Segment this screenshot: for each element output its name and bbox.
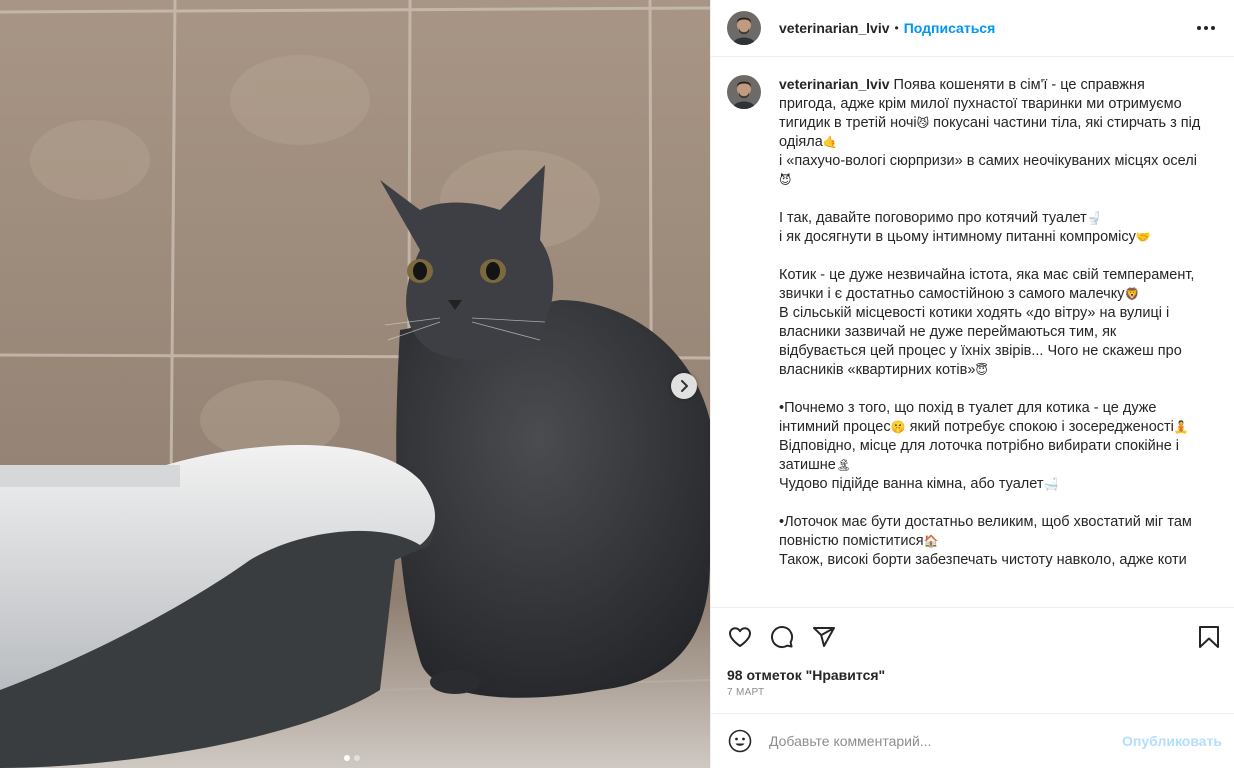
caption-paragraph: Також, високі борти забезпечать чистоту …	[779, 551, 1205, 570]
comments-area[interactable]: veterinarian_lviv Поява кошеняти в сім'ї…	[711, 57, 1234, 607]
author-avatar[interactable]	[727, 11, 761, 45]
caption-emoji: 🏠	[923, 534, 939, 548]
emoji-button[interactable]	[727, 728, 753, 754]
post-sidebar: veterinarian_lviv • Подписаться veterina…	[710, 0, 1234, 768]
caption-paragraph: і як досягнути в цьому інтимному питанні…	[779, 228, 1205, 247]
heart-icon	[729, 626, 751, 647]
carousel-indicator	[0, 755, 710, 761]
caption-paragraph: І так, давайте поговоримо про котячий ту…	[779, 209, 1205, 228]
caption-emoji: 🏝	[835, 458, 852, 472]
instagram-post: veterinarian_lviv • Подписаться veterina…	[0, 0, 1234, 768]
caption-text-run: •Лоточок має бути достатньо великим, щоб…	[779, 514, 1192, 549]
caption-text-run: І так, давайте поговоримо про котячий ту…	[779, 210, 1087, 226]
follow-button[interactable]: Подписаться	[904, 20, 996, 36]
comment-input[interactable]	[769, 733, 1123, 749]
user-avatar-icon	[727, 75, 761, 109]
user-avatar-icon	[727, 11, 761, 45]
caption-author-avatar[interactable]	[727, 75, 761, 109]
caption-emoji: 🤝	[1135, 230, 1151, 244]
comment-icon	[771, 625, 794, 648]
bookmark-icon	[1199, 625, 1219, 648]
caption-paragraph: Котик - це дуже незвичайна істота, яка м…	[779, 266, 1205, 304]
caption-paragraph: Відповідно, місце для лоточка потрібно в…	[779, 437, 1205, 475]
caption-text-run: Також, високі борти забезпечать чистоту …	[779, 552, 1187, 568]
post-header: veterinarian_lviv • Подписаться	[711, 0, 1234, 57]
publish-comment-button[interactable]: Опубликовать	[1122, 733, 1222, 749]
caption-paragraph: і «пахучо-вологі сюрпризи» в самих неочі…	[779, 152, 1205, 190]
cat-photo	[0, 0, 710, 768]
caption-paragraph: Чудово підійде ванна кімна, або туалет🛁	[779, 475, 1205, 494]
post-actions	[711, 607, 1234, 665]
chevron-right-icon	[681, 380, 688, 392]
caption-emoji: 🤙	[822, 135, 838, 149]
save-button[interactable]	[1196, 624, 1222, 650]
caption-text-run: який потребує спокою і зосередженості	[905, 419, 1174, 435]
caption-emoji: 🧘	[1173, 420, 1189, 434]
caption-emoji: 😇	[975, 363, 988, 377]
separator-dot: •	[894, 21, 899, 35]
caption: veterinarian_lviv Поява кошеняти в сім'ї…	[727, 75, 1218, 570]
caption-text-run: і «пахучо-вологі сюрпризи» в самих неочі…	[779, 153, 1197, 169]
caption-paragraph: В сільській місцевості котики ходять «до…	[779, 304, 1205, 380]
caption-emoji: 🚽	[1086, 211, 1102, 225]
caption-emoji: 🛁	[1043, 477, 1059, 491]
post-media[interactable]	[0, 0, 710, 768]
caption-text-run: і як досягнути в цьому інтимному питанні…	[779, 229, 1136, 245]
author-username-link[interactable]: veterinarian_lviv	[779, 20, 890, 36]
carousel-dot	[354, 755, 360, 761]
caption-paragraph: veterinarian_lviv Поява кошеняти в сім'ї…	[779, 75, 1205, 152]
post-date[interactable]: 7 МАРТ	[711, 687, 1234, 703]
caption-emoji: 🤫	[890, 420, 906, 434]
share-button[interactable]	[811, 624, 837, 650]
carousel-next-button[interactable]	[671, 373, 697, 399]
caption-emoji: 🦁	[1124, 287, 1140, 301]
caption-emoji: 😼	[916, 116, 930, 130]
caption-text: veterinarian_lviv Поява кошеняти в сім'ї…	[779, 75, 1205, 570]
more-horizontal-icon	[1197, 26, 1215, 30]
more-options-button[interactable]	[1194, 16, 1218, 40]
likes-count[interactable]: 98 отметок "Нравится"	[711, 665, 1234, 685]
like-button[interactable]	[727, 624, 753, 650]
caption-emoji: 😈	[779, 173, 792, 187]
add-comment-bar: Опубликовать	[711, 713, 1234, 768]
share-icon	[813, 626, 835, 647]
caption-username-link[interactable]: veterinarian_lviv	[779, 76, 890, 92]
smiley-icon	[728, 729, 752, 753]
caption-text-run: Чудово підійде ванна кімна, або туалет	[779, 476, 1044, 492]
comment-button[interactable]	[769, 624, 795, 650]
caption-paragraph: •Почнемо з того, що похід в туалет для к…	[779, 399, 1205, 437]
carousel-dot-active	[344, 755, 350, 761]
caption-paragraph: •Лоточок має бути достатньо великим, щоб…	[779, 513, 1205, 551]
